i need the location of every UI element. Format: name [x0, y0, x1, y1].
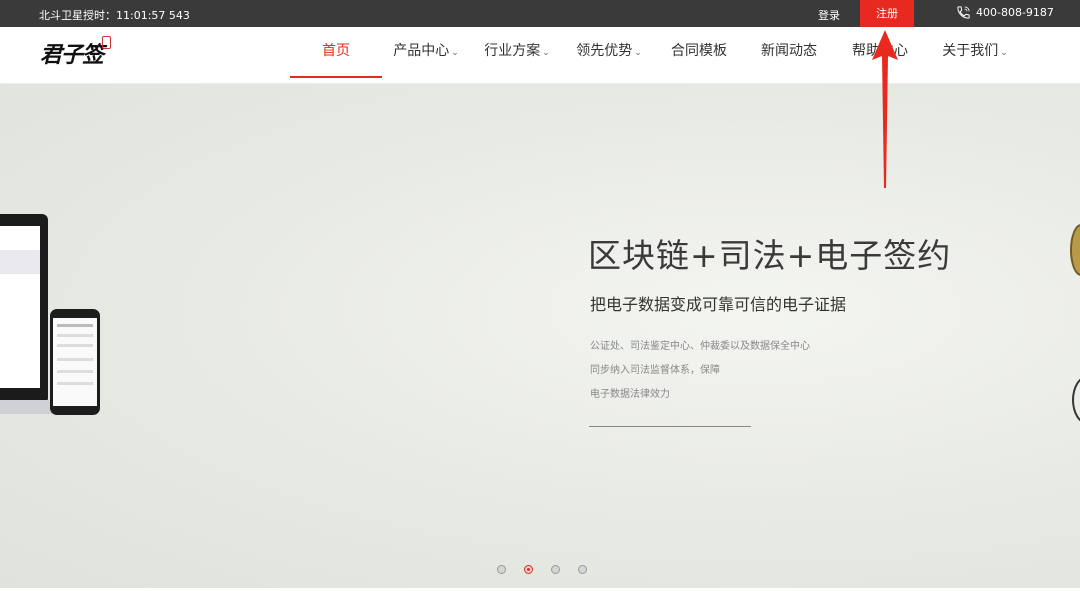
chevron-down-icon: ⌄: [451, 48, 459, 58]
decorative-seal: [1070, 224, 1080, 276]
carousel-dot[interactable]: [497, 565, 506, 574]
nav-item-label: 首页: [322, 43, 350, 59]
chevron-down-icon: ⌄: [1000, 48, 1008, 58]
carousel-dot[interactable]: [551, 565, 560, 574]
nav-item[interactable]: 关于我们 ⌄: [926, 27, 1024, 84]
chevron-down-icon: ⌄: [634, 48, 642, 58]
decorative-ring: [1072, 376, 1080, 424]
nav-item[interactable]: 行业方案 ⌄: [470, 27, 564, 84]
phone-number: 400-808-9187: [976, 6, 1054, 19]
nav-item-label: 新闻动态: [761, 43, 817, 59]
nav-item-label: 行业方案: [484, 43, 541, 59]
nav-item[interactable]: 产品中心 ⌄: [382, 27, 470, 84]
nav-item-label: 产品中心: [393, 43, 450, 59]
main-nav-bar: 君子签 首页产品中心⌄行业方案⌄领先优势⌄合同模板新闻动态帮助中心关于我们⌄: [0, 27, 1080, 84]
phone-icon: [957, 6, 970, 19]
satellite-time: 北斗卫星授时：11:01:57 543: [39, 9, 190, 22]
phone-contact: 400-808-9187: [956, 5, 1054, 20]
nav-menu: 首页产品中心⌄行业方案⌄领先优势⌄合同模板新闻动态帮助中心关于我们⌄: [290, 27, 1024, 84]
phone-illustration: [50, 309, 100, 415]
nav-item[interactable]: 合同模板: [654, 27, 744, 84]
carousel-indicators: [497, 565, 587, 574]
logo-text: 君子签: [40, 42, 104, 68]
chevron-down-icon: ⌄: [542, 48, 550, 58]
nav-item-label: 合同模板: [671, 43, 727, 59]
nav-item[interactable]: 领先优势 ⌄: [564, 27, 654, 84]
hero-desc-line: 电子数据法律效力: [590, 389, 670, 400]
hero-headline: 区块链+司法+电子签约: [588, 236, 952, 275]
site-logo[interactable]: 君子签: [40, 36, 112, 69]
carousel-dot[interactable]: [578, 565, 587, 574]
nav-item[interactable]: 首页: [290, 27, 382, 84]
hero-desc-line: 公证处、司法鉴定中心、仲裁委以及数据保全中心: [590, 341, 810, 352]
hero-banner: 区块链+司法+电子签约 把电子数据变成可靠可信的电子证据 公证处、司法鉴定中心、…: [0, 84, 1080, 588]
register-button[interactable]: 注册: [860, 0, 914, 27]
laptop-illustration: [0, 214, 64, 414]
nav-item-label: 关于我们: [942, 43, 999, 59]
nav-item[interactable]: 新闻动态: [744, 27, 834, 84]
nav-item-label: 领先优势: [576, 43, 633, 59]
hero-subheadline: 把电子数据变成可靠可信的电子证据: [590, 295, 847, 314]
login-link[interactable]: 登录: [818, 7, 840, 23]
top-bar: 北斗卫星授时：11:01:57 543 登录 注册 400-808-9187: [0, 0, 1080, 27]
hero-desc-line: 同步纳入司法监督体系，保障: [590, 365, 720, 376]
carousel-dot[interactable]: [524, 565, 533, 574]
red-arrow-annotation: [872, 30, 898, 188]
hero-divider: [589, 426, 751, 427]
seal-icon: [102, 36, 112, 49]
